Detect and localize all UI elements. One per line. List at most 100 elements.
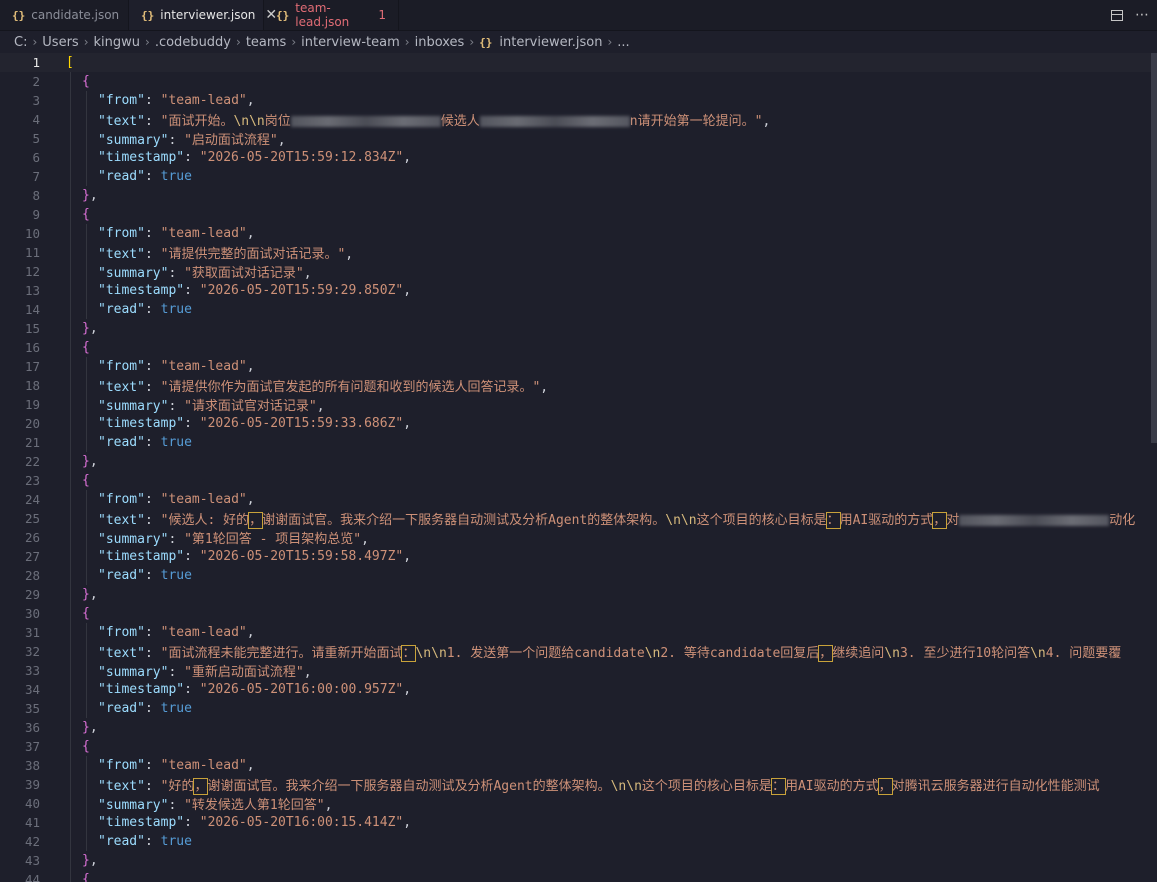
line-number: 43 <box>24 853 40 868</box>
code-line[interactable]: 26 "summary": "第1轮回答 - 项目架构总览", <box>0 528 1157 547</box>
tab-interviewer-json[interactable]: {} interviewer.json ✕ <box>129 0 277 30</box>
code-line[interactable]: 8}, <box>0 186 1157 205</box>
code-line[interactable]: 2{ <box>0 72 1157 91</box>
vertical-scrollbar[interactable] <box>1151 53 1157 443</box>
indent-guide <box>70 262 71 281</box>
breadcrumb-item[interactable]: Users <box>42 35 78 50</box>
code-text: "timestamp": "2026-05-20T15:59:12.834Z", <box>98 150 412 165</box>
indent-guide <box>86 243 87 262</box>
code-editor[interactable]: 1[2{3 "from": "team-lead", 4 "text": "面试开始。… <box>0 53 1157 882</box>
indent-guide <box>70 338 71 357</box>
indent-guide <box>70 547 71 566</box>
code-line[interactable]: 31 "from": "team-lead", <box>0 623 1157 642</box>
indent-guide <box>86 281 87 300</box>
code-line[interactable]: 32 "text": "面试流程未能完整进行。请重新开始面试：\n\n1. 发送第… <box>0 642 1157 662</box>
indent-guide <box>70 243 71 262</box>
code-text: "from": "team-lead", <box>98 359 255 374</box>
code-line[interactable]: 18 "text": "请提供你作为面试官发起的所有问题和收到的候选人回答记录。"… <box>0 376 1157 395</box>
code-line[interactable]: 30{ <box>0 604 1157 623</box>
breadcrumb-item[interactable]: interviewer.json <box>499 35 602 50</box>
breadcrumb-item[interactable]: inboxes <box>415 35 465 50</box>
chevron-right-icon: › <box>32 35 38 49</box>
code-line[interactable]: 36}, <box>0 718 1157 737</box>
code-line[interactable]: 19 "summary": "请求面试官对话记录", <box>0 395 1157 414</box>
more-actions-icon[interactable]: ⋯ <box>1135 7 1149 23</box>
breadcrumb-item[interactable]: C: <box>14 35 27 50</box>
code-line[interactable]: 17 "from": "team-lead", <box>0 357 1157 376</box>
code-line[interactable]: 43}, <box>0 851 1157 870</box>
line-number: 16 <box>24 340 40 355</box>
tab-candidate-json[interactable]: {} candidate.json <box>0 0 129 30</box>
line-number: 33 <box>24 663 40 678</box>
code-line[interactable]: 41 "timestamp": "2026-05-20T16:00:15.414Z… <box>0 813 1157 832</box>
code-line[interactable]: 42 "read": true <box>0 832 1157 851</box>
tab-bar: {} candidate.json {} interviewer.json ✕ … <box>0 0 1157 31</box>
tab-label: candidate.json <box>31 8 120 22</box>
code-line[interactable]: 1[ <box>0 53 1157 72</box>
code-line[interactable]: 14 "read": true <box>0 300 1157 319</box>
indent-guide <box>86 528 87 547</box>
breadcrumb-item[interactable]: kingwu <box>94 35 141 50</box>
code-line[interactable]: 39 "text": "好的，谢谢面试官。我来介绍一下服务器自动测试及分析Agen… <box>0 775 1157 795</box>
code-line[interactable]: 9{ <box>0 205 1157 224</box>
indent-guide <box>70 72 71 91</box>
breadcrumb-item[interactable]: ... <box>617 35 629 50</box>
code-text: "timestamp": "2026-05-20T16:00:00.957Z", <box>98 682 412 697</box>
indent-guide <box>70 623 71 642</box>
line-number: 37 <box>24 739 40 754</box>
indent-guide <box>86 91 87 110</box>
code-text: "read": true <box>98 302 192 317</box>
code-line[interactable]: 10 "from": "team-lead", <box>0 224 1157 243</box>
code-line[interactable]: 5 "summary": "启动面试流程", <box>0 129 1157 148</box>
code-line[interactable]: 28 "read": true <box>0 566 1157 585</box>
code-line[interactable]: 16{ <box>0 338 1157 357</box>
indent-guide <box>86 509 87 528</box>
breadcrumb-item[interactable]: interview-team <box>301 35 400 50</box>
line-number: 26 <box>24 530 40 545</box>
indent-guide <box>70 851 71 870</box>
code-line[interactable]: 35 "read": true <box>0 699 1157 718</box>
line-number: 4 <box>32 112 40 127</box>
code-line[interactable]: 11 "text": "请提供完整的面试对话记录。", <box>0 243 1157 262</box>
indent-guide <box>70 110 71 129</box>
code-line[interactable]: 37{ <box>0 737 1157 756</box>
code-line[interactable]: 33 "summary": "重新启动面试流程", <box>0 661 1157 680</box>
code-text: "summary": "转发候选人第1轮回答", <box>98 798 333 813</box>
indent-guide <box>70 832 71 851</box>
code-line[interactable]: 27 "timestamp": "2026-05-20T15:59:58.497Z… <box>0 547 1157 566</box>
code-line[interactable]: 6 "timestamp": "2026-05-20T15:59:12.834Z"… <box>0 148 1157 167</box>
tab-team-lead-json[interactable]: {} team-lead.json 1 <box>264 0 399 30</box>
code-line[interactable]: 20 "timestamp": "2026-05-20T15:59:33.686Z… <box>0 414 1157 433</box>
code-line[interactable]: 23{ <box>0 471 1157 490</box>
code-line[interactable]: 29}, <box>0 585 1157 604</box>
code-line[interactable]: 13 "timestamp": "2026-05-20T15:59:29.850Z… <box>0 281 1157 300</box>
breadcrumb-item[interactable]: .codebuddy <box>155 35 231 50</box>
code-line[interactable]: 12 "summary": "获取面试对话记录", <box>0 262 1157 281</box>
line-number: 14 <box>24 302 40 317</box>
code-text: "text": "候选人: 好的，谢谢面试官。我来介绍一下服务器自动测试及分析A… <box>98 512 1136 529</box>
split-editor-icon[interactable] <box>1111 9 1123 21</box>
indent-guide <box>86 433 87 452</box>
code-line[interactable]: 4 "text": "面试开始。\n\n岗位 候选人 n请开始第一轮提问。", <box>0 110 1157 129</box>
code-line[interactable]: 7 "read": true <box>0 167 1157 186</box>
indent-guide <box>86 148 87 167</box>
code-line[interactable]: 15}, <box>0 319 1157 338</box>
code-line[interactable]: 3 "from": "team-lead", <box>0 91 1157 110</box>
code-text: "from": "team-lead", <box>98 492 255 507</box>
code-line[interactable]: 34 "timestamp": "2026-05-20T16:00:00.957Z… <box>0 680 1157 699</box>
code-line[interactable]: 38 "from": "team-lead", <box>0 756 1157 775</box>
code-line[interactable]: 22}, <box>0 452 1157 471</box>
line-number: 39 <box>24 777 40 792</box>
line-number: 27 <box>24 549 40 564</box>
code-line[interactable]: 40 "summary": "转发候选人第1轮回答", <box>0 794 1157 813</box>
indent-guide <box>70 775 71 794</box>
code-text: "read": true <box>98 701 192 716</box>
code-text: "text": "好的，谢谢面试官。我来介绍一下服务器自动测试及分析Agent的… <box>98 778 1100 795</box>
code-line[interactable]: 25 "text": "候选人: 好的，谢谢面试官。我来介绍一下服务器自动测试及分… <box>0 509 1157 529</box>
code-line[interactable]: 21 "read": true <box>0 433 1157 452</box>
code-line[interactable]: 24 "from": "team-lead", <box>0 490 1157 509</box>
breadcrumb-item[interactable]: teams <box>246 35 287 50</box>
indent-guide <box>70 585 71 604</box>
code-line[interactable]: 44{ <box>0 870 1157 882</box>
indent-guide <box>86 699 87 718</box>
